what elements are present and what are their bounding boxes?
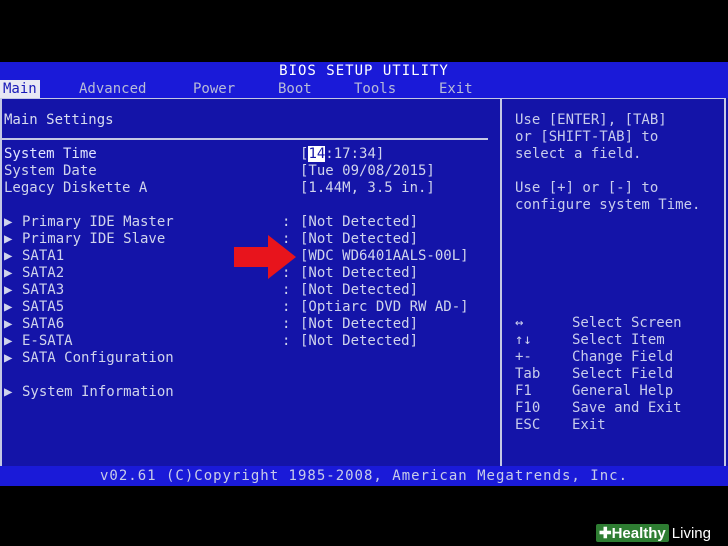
key-desc: Select Field (572, 366, 674, 382)
help-line: configure system Time. (515, 197, 701, 213)
primary-ide-master-value: [Not Detected] (300, 214, 419, 230)
help-line: select a field. (515, 146, 642, 162)
sata3-value: [Not Detected] (300, 282, 419, 298)
key-desc: Select Screen (572, 315, 682, 331)
tab-advanced[interactable]: Advanced (76, 80, 149, 98)
submenu-arrow-icon: ▶ (4, 350, 13, 366)
sep: : (282, 282, 291, 298)
key-plus-minus: +- (515, 349, 532, 365)
item-sata-configuration[interactable]: SATA Configuration (22, 350, 174, 367)
system-time-hour[interactable]: 14 (308, 146, 326, 162)
system-time-value[interactable]: [14:17:34] (300, 146, 384, 163)
item-system-information[interactable]: System Information (22, 384, 174, 401)
key-arrows-ud-icon: ↑↓ (515, 332, 532, 348)
menu-bar: Main Advanced Power Boot Tools Exit (0, 80, 728, 98)
sata5-value: [Optiarc DVD RW AD-] (300, 299, 469, 315)
setting-system-time[interactable]: System Time (4, 146, 97, 163)
sata6-value: [Not Detected] (300, 316, 419, 332)
section-title: Main Settings (4, 112, 114, 128)
sep: : (282, 299, 291, 315)
red-arrow-icon (234, 235, 296, 279)
tab-boot[interactable]: Boot (275, 80, 315, 98)
item-primary-ide-master[interactable]: Primary IDE Master (22, 214, 174, 231)
setting-legacy-diskette[interactable]: Legacy Diskette A (4, 180, 147, 197)
sata1-value: [WDC WD6401AALS-00L] (300, 248, 469, 264)
item-sata1[interactable]: SATA1 (22, 248, 64, 265)
item-sata6[interactable]: SATA6 (22, 316, 64, 333)
system-date-value[interactable]: [Tue 09/08/2015] (300, 163, 435, 180)
setting-system-date[interactable]: System Date (4, 163, 97, 180)
submenu-arrow-icon: ▶ (4, 248, 13, 264)
submenu-arrow-icon: ▶ (4, 282, 13, 298)
key-desc: Exit (572, 417, 606, 433)
item-sata2[interactable]: SATA2 (22, 265, 64, 282)
item-sata3[interactable]: SATA3 (22, 282, 64, 299)
watermark-text: Living (671, 524, 711, 542)
tab-power[interactable]: Power (190, 80, 238, 98)
key-tab: Tab (515, 366, 541, 382)
primary-ide-slave-value: [Not Detected] (300, 231, 419, 247)
tab-main[interactable]: Main (0, 80, 40, 98)
legacy-diskette-value[interactable]: [1.44M, 3.5 in.] (300, 180, 435, 197)
system-time-rest: :17:34] (325, 146, 385, 162)
sata2-value: [Not Detected] (300, 265, 419, 281)
submenu-arrow-icon: ▶ (4, 316, 13, 332)
panel-divider (500, 98, 502, 470)
item-primary-ide-slave[interactable]: Primary IDE Slave (22, 231, 165, 248)
submenu-arrow-icon: ▶ (4, 231, 13, 247)
key-f1: F1 (515, 383, 532, 399)
sep: : (282, 333, 291, 349)
submenu-arrow-icon: ▶ (4, 265, 13, 281)
tab-exit[interactable]: Exit (436, 80, 476, 98)
watermark: ✚Healthy Living (596, 522, 711, 544)
help-line: Use [+] or [-] to (515, 180, 659, 196)
submenu-arrow-icon: ▶ (4, 299, 13, 315)
footer-bar: v02.61 (C)Copyright 1985-2008, American … (0, 466, 728, 486)
watermark-badge: ✚Healthy (596, 524, 669, 542)
tab-tools[interactable]: Tools (351, 80, 399, 98)
key-desc: General Help (572, 383, 674, 399)
item-e-sata[interactable]: E-SATA (22, 333, 73, 350)
sep: : (282, 316, 291, 332)
item-sata5[interactable]: SATA5 (22, 299, 64, 316)
submenu-arrow-icon: ▶ (4, 333, 13, 349)
title-bar: BIOS SETUP UTILITY (0, 62, 728, 80)
key-f10: F10 (515, 400, 541, 416)
submenu-arrow-icon: ▶ (4, 214, 13, 230)
submenu-arrow-icon: ▶ (4, 384, 13, 400)
help-line: or [SHIFT-TAB] to (515, 129, 659, 145)
key-desc: Change Field (572, 349, 674, 365)
key-esc: ESC (515, 417, 541, 433)
key-desc: Save and Exit (572, 400, 682, 416)
copyright-text: v02.61 (C)Copyright 1985-2008, American … (99, 468, 628, 484)
e-sata-value: [Not Detected] (300, 333, 419, 349)
section-rule (2, 138, 488, 140)
key-arrows-lr-icon: ↔ (515, 315, 524, 331)
bios-screen: BIOS SETUP UTILITY Main Advanced Power B… (0, 62, 728, 482)
help-line: Use [ENTER], [TAB] (515, 112, 667, 128)
key-desc: Select Item (572, 332, 665, 348)
sep: : (282, 214, 291, 230)
